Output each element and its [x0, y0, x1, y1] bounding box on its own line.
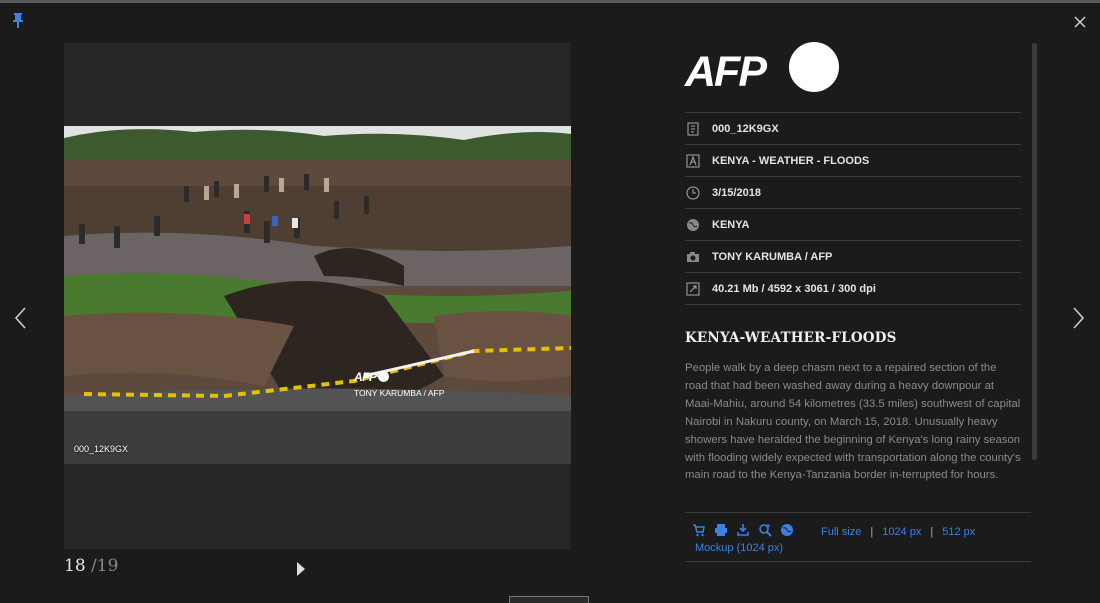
action-bar: Full size | 1024 px | 512 px Mockup (1024 px… — [685, 512, 1031, 562]
zoom-in-icon[interactable] — [758, 523, 772, 537]
afp-logo-text: AFP — [685, 48, 767, 96]
meta-value: 40.21 Mb / 4592 x 3061 / 300 dpi — [712, 282, 876, 295]
size-1024-link[interactable]: 1024 px — [882, 526, 921, 538]
meta-row-country: KENYA — [685, 208, 1021, 240]
cart-icon[interactable] — [692, 523, 706, 537]
next-arrow-icon[interactable] — [1067, 303, 1089, 333]
watermark-logo: AFP — [354, 370, 377, 384]
id-icon — [687, 122, 699, 135]
full-size-link[interactable]: Full size — [821, 526, 861, 538]
scrollbar[interactable] — [1032, 43, 1037, 460]
meta-row-title: KENYA - WEATHER - FLOODS — [685, 144, 1021, 176]
meta-value: KENYA - WEATHER - FLOODS — [712, 154, 870, 167]
play-icon[interactable] — [297, 562, 305, 576]
meta-value: 3/15/2018 — [712, 186, 761, 199]
meta-divider — [685, 304, 1021, 305]
previous-arrow-icon[interactable] — [10, 303, 32, 333]
link-separator: | — [930, 526, 934, 538]
meta-value: TONY KARUMBA / AFP — [712, 250, 833, 263]
watermark-credit: TONY KARUMBA / AFP — [354, 388, 445, 398]
bottom-tab-handle[interactable] — [509, 596, 589, 603]
print-icon[interactable] — [714, 523, 728, 537]
camera-icon — [687, 251, 699, 262]
counter-total: /19 — [91, 556, 119, 576]
meta-value: 000_12K9GX — [712, 122, 779, 135]
clock-icon — [686, 186, 700, 199]
afp-logo-dot — [789, 42, 839, 92]
globe-icon[interactable] — [780, 523, 794, 537]
headline: KENYA-WEATHER-FLOODS — [685, 330, 897, 346]
meta-row-size: 40.21 Mb / 4592 x 3061 / 300 dpi — [685, 272, 1021, 304]
metadata-list: 000_12K9GX KENYA - WEATHER - FLOODS 3/15… — [685, 112, 1021, 305]
top-border — [0, 0, 1100, 3]
photo-scene — [64, 126, 571, 464]
close-icon[interactable] — [1072, 14, 1088, 30]
pin-icon[interactable] — [11, 12, 25, 28]
caption: People walk by a deep chasm next to a re… — [685, 362, 1021, 482]
resize-icon — [686, 282, 700, 295]
meta-row-date: 3/15/2018 — [685, 176, 1021, 208]
watermark: AFP TONY KARUMBA / AFP — [354, 368, 444, 398]
title-icon — [686, 154, 700, 167]
photo[interactable]: 000_12K9GX AFP TONY KARUMBA / AFP — [64, 126, 571, 464]
meta-value: KENYA — [712, 218, 750, 231]
size-links: Full size | 1024 px | 512 px — [821, 526, 975, 538]
meta-row-credit: TONY KARUMBA / AFP — [685, 240, 1021, 272]
image-counter: 18 /19 — [64, 556, 118, 576]
counter-current: 18 — [64, 556, 86, 576]
globe-icon — [687, 218, 699, 231]
link-separator: | — [870, 526, 874, 538]
download-icon[interactable] — [736, 523, 750, 537]
action-icons — [692, 523, 794, 537]
photo-id-overlay: 000_12K9GX — [74, 444, 129, 454]
size-512-link[interactable]: 512 px — [942, 526, 975, 538]
mockup-link[interactable]: Mockup (1024 px) — [695, 542, 783, 554]
meta-row-id: 000_12K9GX — [685, 112, 1021, 144]
watermark-dot — [377, 371, 389, 382]
